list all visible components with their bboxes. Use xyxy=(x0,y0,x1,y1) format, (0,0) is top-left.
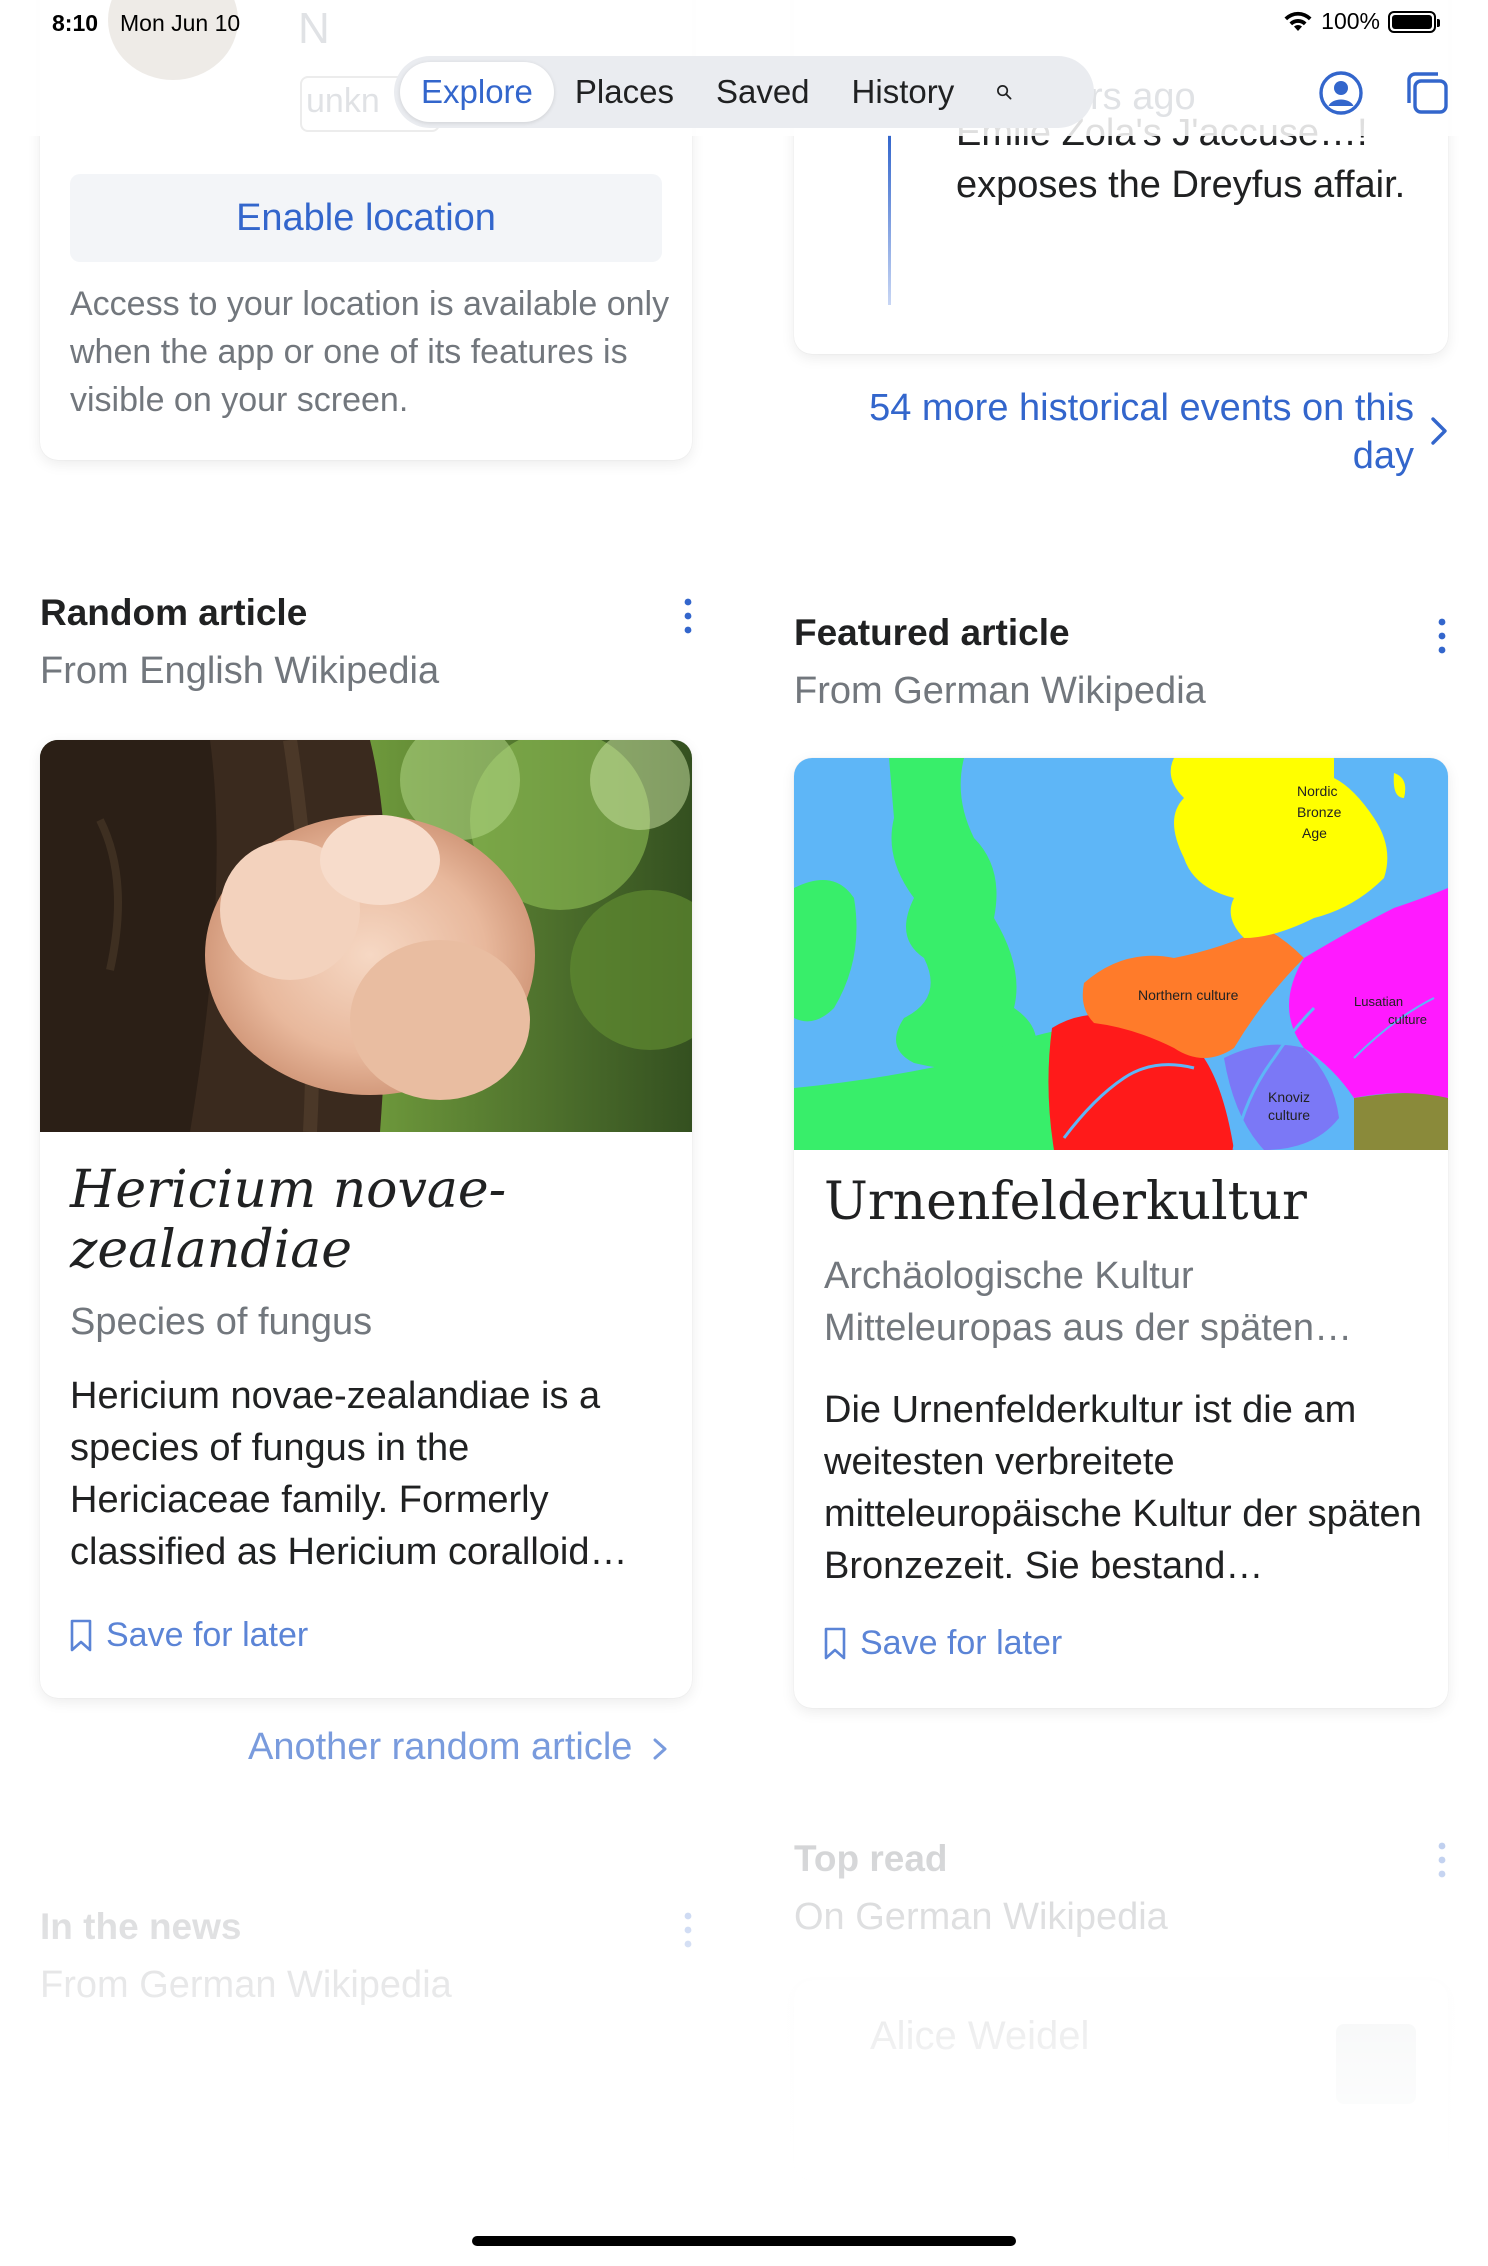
tab-places[interactable]: Places xyxy=(554,62,695,122)
status-right: 100% xyxy=(1283,8,1440,35)
tab-search[interactable] xyxy=(975,62,1033,122)
map-label-lusatian-2: culture xyxy=(1388,1012,1427,1027)
map-label-nordic-3: Age xyxy=(1302,825,1327,841)
random-article-card[interactable]: Hericium novae-zealandiae Species of fun… xyxy=(40,740,692,1698)
tab-history[interactable]: History xyxy=(831,62,976,122)
random-article-title: Hericium novae-zealandiae xyxy=(70,1160,507,1280)
status-time: 8:10 xyxy=(52,10,99,36)
tab-explore[interactable]: Explore xyxy=(400,62,554,122)
chevron-right-icon xyxy=(653,1738,667,1760)
random-article-extract: Hericium novae-zealandiae is a species o… xyxy=(70,1375,628,1573)
top-read-card[interactable]: Alice Weidel xyxy=(794,1980,1448,2180)
fungus-image xyxy=(40,740,692,1132)
location-description: Access to your location is available onl… xyxy=(70,285,670,419)
featured-article-description: Archäologische Kultur Mitteleuropas aus … xyxy=(824,1255,1353,1349)
battery-percent: 100% xyxy=(1321,8,1380,34)
random-article-menu-icon[interactable] xyxy=(680,596,696,636)
featured-article-subheading: From German Wikipedia xyxy=(794,670,1206,712)
tab-saved[interactable]: Saved xyxy=(695,62,831,122)
enable-location-button[interactable]: Enable location xyxy=(70,174,662,262)
battery-icon xyxy=(1388,10,1440,33)
featured-article-menu-icon[interactable] xyxy=(1434,616,1450,656)
map-label-nordic-2: Bronze xyxy=(1297,804,1342,820)
tabs-icon[interactable] xyxy=(1404,70,1450,116)
map-label-nordic-1: Nordic xyxy=(1297,783,1337,799)
bronze-age-map-image: Nordic Bronze Age Northern culture Lusat… xyxy=(794,758,1448,1150)
featured-article-card[interactable]: Nordic Bronze Age Northern culture Lusat… xyxy=(794,758,1448,1708)
bookmark-icon xyxy=(70,1619,92,1651)
profile-icon[interactable] xyxy=(1318,70,1364,116)
status-bar: 8:10 Mon Jun 10 100% xyxy=(0,0,1488,46)
map-label-lusatian-1: Lusatian xyxy=(1354,994,1403,1009)
ghost-text-ago: rs ago xyxy=(1090,76,1196,118)
another-random-article-link[interactable]: Another random article xyxy=(248,1726,669,1769)
top-read-subheading: On German Wikipedia xyxy=(794,1896,1168,1938)
in-the-news-menu-icon[interactable] xyxy=(680,1910,696,1950)
map-label-northern: Northern culture xyxy=(1138,987,1239,1003)
random-save-for-later-button[interactable]: Save for later xyxy=(70,1616,308,1655)
in-the-news-heading: In the news xyxy=(40,1906,242,1947)
chevron-right-icon xyxy=(1431,417,1447,445)
tab-bar: Explore Places Saved History xyxy=(394,56,1094,128)
status-date: Mon Jun 10 xyxy=(120,10,241,36)
more-events-link[interactable]: 54 more historical events on this day xyxy=(854,384,1414,480)
save-for-later-label: Save for later xyxy=(860,1624,1063,1662)
featured-article-extract: Die Urnenfelderkultur ist die am weitest… xyxy=(824,1389,1422,1587)
bookmark-icon xyxy=(824,1627,846,1659)
home-indicator[interactable] xyxy=(472,2236,1016,2246)
random-article-heading: Random article xyxy=(40,592,308,633)
map-label-knoviz-2: culture xyxy=(1268,1107,1310,1123)
in-the-news-subheading: From German Wikipedia xyxy=(40,1964,452,2006)
save-for-later-label: Save for later xyxy=(106,1616,309,1654)
featured-save-for-later-button[interactable]: Save for later xyxy=(824,1624,1062,1663)
top-read-item-thumbnail xyxy=(1336,2024,1416,2104)
random-article-description: Species of fungus xyxy=(70,1301,373,1343)
search-icon xyxy=(997,85,1012,100)
ghost-text-unkn: unkn xyxy=(306,82,380,120)
featured-article-title: Urnenfelderkultur xyxy=(824,1172,1307,1232)
timeline-line xyxy=(888,135,891,305)
top-read-heading: Top read xyxy=(794,1838,948,1879)
map-label-knoviz-1: Knoviz xyxy=(1268,1089,1310,1105)
wifi-icon xyxy=(1284,11,1312,31)
random-article-subheading: From English Wikipedia xyxy=(40,650,440,692)
another-random-article-label: Another random article xyxy=(248,1726,633,1768)
explore-feed: 8:10 Mon Jun 10 100% N unkn rs ago Explo… xyxy=(0,0,1488,2266)
top-read-item-title: Alice Weidel xyxy=(870,2014,1090,2058)
featured-article-heading: Featured article xyxy=(794,612,1070,653)
top-read-menu-icon[interactable] xyxy=(1434,1840,1450,1880)
